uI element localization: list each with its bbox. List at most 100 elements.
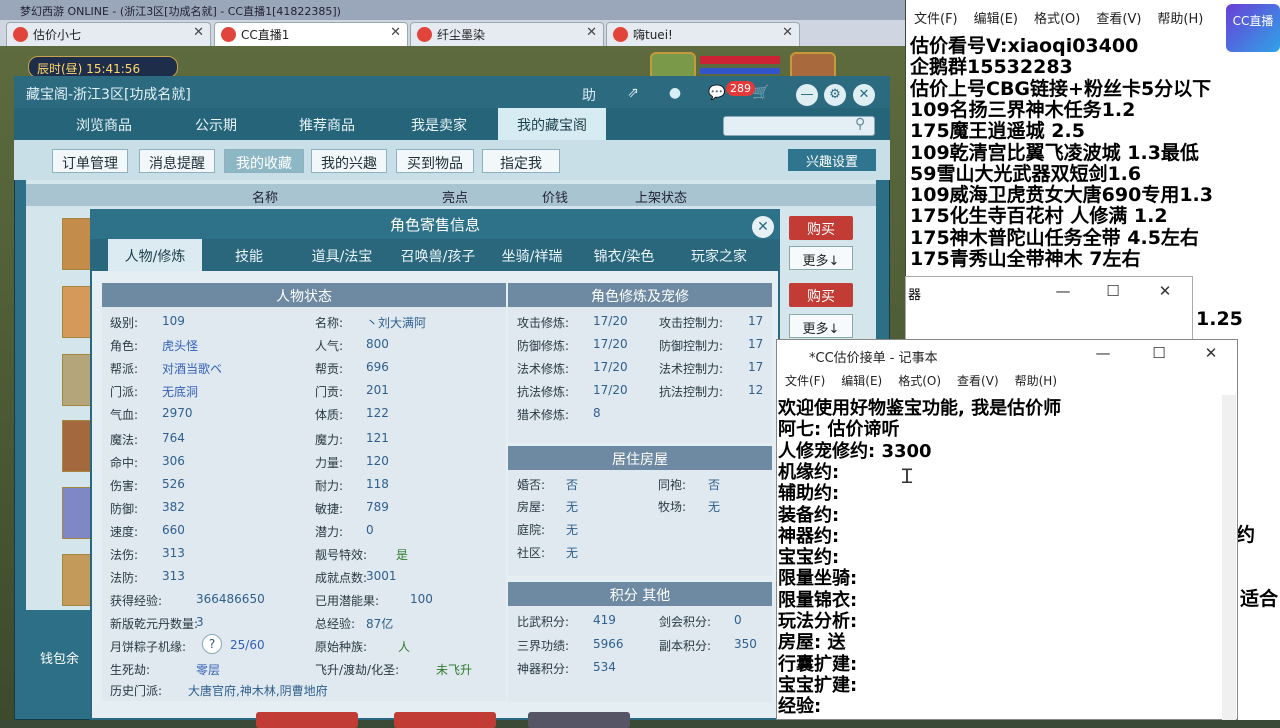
sub-assigned[interactable]: 指定我 — [482, 149, 560, 173]
stat-label: 级别: — [110, 316, 139, 330]
interest-settings-button[interactable]: 兴趣设置 — [788, 149, 876, 171]
cult-value: 17/20 — [593, 314, 628, 328]
stat-label: 潜力: — [315, 525, 344, 539]
cult-label: 抗法控制力: — [659, 385, 724, 399]
menu-view[interactable]: 查看(V) — [957, 372, 999, 389]
stat-value: 人 — [398, 640, 411, 654]
notepad-back-menu: 文件(F) 编辑(E) 格式(O) 查看(V) 帮助(H) — [906, 8, 1226, 30]
window-title: 梦幻西游 ONLINE - (浙江3区[功成名就] - CC直播1[418223… — [0, 0, 905, 20]
points-label: 剑会积分: — [659, 615, 712, 629]
maximize-icon[interactable]: ☐ — [1098, 282, 1128, 300]
tab-costumes[interactable]: 锦衣/染色 — [578, 239, 670, 271]
menu-help[interactable]: 帮助(H) — [1157, 8, 1203, 27]
sub-bought[interactable]: 买到物品 — [396, 149, 474, 173]
col-highlight: 亮点 — [441, 191, 468, 206]
stat-value: 丶刘大满阿 — [366, 316, 427, 330]
role-thumbnail[interactable] — [62, 554, 92, 606]
menu-format[interactable]: 格式(O) — [1034, 8, 1080, 27]
tab-browse[interactable]: 浏览商品 — [56, 108, 152, 140]
wallet-label: 钱包余 — [40, 652, 80, 667]
menu-file[interactable]: 文件(F) — [785, 372, 825, 389]
notepad-scrollbar[interactable] — [1222, 395, 1236, 720]
tab-my-cbg[interactable]: 我的藏宝阁 — [498, 108, 606, 140]
tab-skills[interactable]: 技能 — [204, 239, 294, 271]
sub-favorites[interactable]: 我的收藏 — [224, 149, 304, 173]
maximize-icon[interactable]: ☐ — [1144, 344, 1174, 362]
hp-bar — [700, 56, 780, 64]
history-value: 大唐官府,神木林,阴曹地府 — [188, 684, 328, 698]
close-tab-icon[interactable]: ✕ — [390, 25, 401, 40]
stat-value: 零层 — [196, 663, 221, 677]
sub-orders[interactable]: 订单管理 — [52, 149, 128, 173]
cult-label: 法术控制力: — [659, 362, 724, 376]
menu-view[interactable]: 查看(V) — [1096, 8, 1141, 27]
settings-icon[interactable]: ⚙ — [824, 84, 846, 106]
close-icon[interactable]: ✕ — [853, 84, 875, 106]
chat-icon[interactable]: 💬 — [706, 85, 728, 107]
tab-seller[interactable]: 我是卖家 — [392, 108, 486, 140]
menu-format[interactable]: 格式(O) — [898, 372, 941, 389]
cbg-search-input[interactable] — [723, 116, 875, 136]
role-thumbnail[interactable] — [62, 286, 92, 338]
tab-recommend[interactable]: 推荐商品 — [280, 108, 374, 140]
menu-file[interactable]: 文件(F) — [914, 8, 958, 27]
cult-value: 12 — [748, 383, 764, 397]
role-thumbnail[interactable] — [62, 420, 92, 472]
menu-help[interactable]: 帮助(H) — [1015, 372, 1057, 389]
more-button[interactable]: 更多↓ — [789, 314, 853, 338]
stat-value: 366486650 — [196, 592, 265, 606]
stat-label: 法伤: — [110, 548, 139, 562]
buy-button[interactable]: 购买 — [789, 216, 853, 240]
role-thumbnail[interactable] — [62, 487, 92, 539]
close-icon[interactable]: ✕ — [1150, 282, 1180, 300]
tab-pets[interactable]: 召唤兽/孩子 — [390, 239, 486, 271]
cult-label: 攻击控制力: — [659, 316, 724, 330]
tab-home[interactable]: 玩家之家 — [672, 239, 766, 271]
close-tab-icon[interactable]: ✕ — [782, 25, 793, 40]
role-thumbnail[interactable] — [62, 218, 92, 270]
help-icon[interactable]: ? — [202, 634, 222, 654]
sub-messages[interactable]: 消息提醒 — [139, 149, 215, 173]
close-tab-icon[interactable]: ✕ — [586, 25, 597, 40]
buy-button[interactable]: 购买 — [789, 283, 853, 307]
partial-text: 1.25 — [1196, 308, 1243, 330]
stat-label: 总经验: — [315, 617, 356, 631]
tab-items[interactable]: 道具/法宝 — [296, 239, 388, 271]
menu-edit[interactable]: 编辑(E) — [841, 372, 882, 389]
minimize-icon[interactable]: — — [1048, 282, 1078, 300]
minimize-icon[interactable]: — — [796, 84, 818, 106]
browser-tab-3[interactable]: 纤尘墨染 ✕ — [410, 22, 604, 46]
cult-value: 17 — [748, 360, 764, 374]
cult-label: 抗法修炼: — [517, 385, 570, 399]
bottom-button[interactable] — [256, 712, 358, 728]
cult-value: 17/20 — [593, 337, 628, 351]
tab-mounts[interactable]: 坐骑/祥瑞 — [488, 239, 576, 271]
share-icon[interactable]: ⇗ — [622, 85, 644, 107]
cult-value: 17 — [748, 314, 764, 328]
close-tab-icon[interactable]: ✕ — [193, 25, 204, 40]
search-icon[interactable]: ⚲ — [855, 116, 865, 132]
close-icon[interactable]: ✕ — [752, 216, 774, 238]
game-clock: 辰时(昼) 15:41:56 — [28, 56, 178, 78]
close-icon[interactable]: ✕ — [1196, 344, 1226, 362]
role-thumbnail[interactable] — [62, 354, 92, 406]
bottom-button[interactable] — [394, 712, 496, 728]
browser-tab-4[interactable]: 嗨tuei! ✕ — [606, 22, 800, 46]
tab-public[interactable]: 公示期 — [170, 108, 262, 140]
bottom-button[interactable] — [528, 712, 630, 728]
minimize-icon[interactable]: — — [1088, 344, 1118, 362]
tab-character[interactable]: 人物/修炼 — [108, 239, 202, 271]
more-button[interactable]: 更多↓ — [789, 246, 853, 270]
points-value: 419 — [593, 613, 616, 627]
sub-interests[interactable]: 我的兴趣 — [311, 149, 387, 173]
stat-label: 飞升/渡劫/化圣: — [315, 663, 400, 677]
help-icon[interactable]: 助 — [578, 85, 600, 107]
menu-edit[interactable]: 编辑(E) — [974, 8, 1018, 27]
stop-icon[interactable]: ● — [664, 85, 686, 107]
browser-tab-2[interactable]: CC直播1 ✕ — [214, 22, 408, 46]
stat-label: 原始种族: — [315, 640, 368, 654]
history-label: 历史门派: — [110, 684, 163, 698]
partial-text: 适合 — [1240, 588, 1279, 610]
browser-tab-1[interactable]: 估价小七 ✕ — [6, 22, 211, 46]
cult-label: 法术修炼: — [517, 362, 570, 376]
